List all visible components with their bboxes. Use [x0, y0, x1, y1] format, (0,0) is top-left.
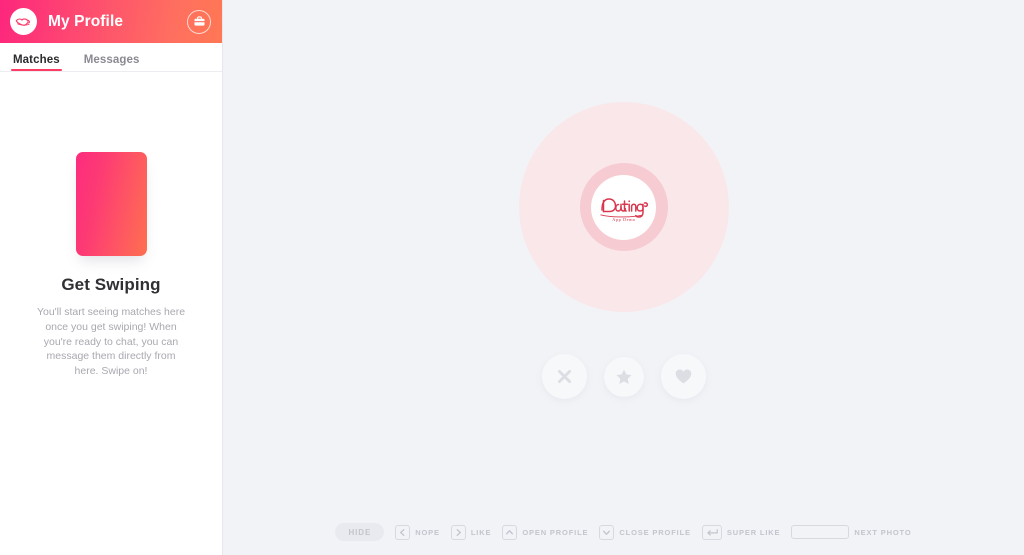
sidebar: My Profile Matches Messages Get Swiping …	[0, 0, 223, 555]
tab-messages[interactable]: Messages	[84, 54, 140, 71]
arrow-left-icon	[395, 524, 411, 540]
gradient-card-placeholder	[75, 151, 147, 256]
shortcut-label-super-like: SUPER LIKE	[726, 527, 781, 537]
shortcut-label-like: LIKE	[470, 527, 492, 537]
shortcut-super-like: SUPER LIKE	[701, 524, 781, 540]
shortcut-nope: NOPE	[395, 524, 440, 540]
sidebar-tabs: Matches Messages	[0, 43, 222, 72]
svg-text:App Demo: App Demo	[612, 217, 636, 222]
matches-empty-state: Get Swiping You'll start seeing matches …	[0, 72, 222, 555]
empty-state-description: You'll start seeing matches here once yo…	[36, 305, 186, 378]
arrow-right-icon	[450, 524, 466, 540]
app-root: My Profile Matches Messages Get Swiping …	[0, 0, 1024, 555]
briefcase-icon[interactable]	[187, 9, 211, 34]
empty-state-title: Get Swiping	[61, 274, 161, 294]
sidebar-header: My Profile	[0, 0, 222, 43]
shortcut-next-photo: NEXT PHOTO	[791, 525, 911, 539]
tab-matches[interactable]: Matches	[11, 54, 62, 71]
logo-pulse-outer-ring: App Demo	[518, 102, 729, 312]
main-content: App Demo HIDE NOPE LIKE OPEN PROFILE CLO…	[223, 0, 1024, 555]
brand-avatar-icon[interactable]	[10, 8, 37, 35]
logo-pulse-inner-ring: App Demo	[579, 163, 668, 251]
shortcut-label-next-photo: NEXT PHOTO	[854, 527, 912, 537]
shortcut-like: LIKE	[450, 524, 492, 540]
dating-script-logo-icon: App Demo	[591, 174, 656, 240]
nope-button[interactable]	[541, 354, 587, 399]
shortcut-label-open-profile: OPEN PROFILE	[522, 527, 589, 537]
shortcut-label-close-profile: CLOSE PROFILE	[619, 527, 691, 537]
super-like-button[interactable]	[603, 356, 644, 397]
x-icon	[557, 369, 571, 384]
arrow-down-icon	[599, 524, 615, 540]
page-title: My Profile	[48, 12, 124, 30]
enter-key-icon	[701, 524, 722, 540]
like-button[interactable]	[660, 354, 706, 399]
arrow-up-icon	[502, 524, 518, 540]
keyboard-shortcut-bar: HIDE NOPE LIKE OPEN PROFILE CLOSE PROFIL…	[223, 523, 1024, 541]
shortcut-open-profile: OPEN PROFILE	[502, 524, 589, 540]
heart-icon	[675, 369, 691, 384]
hide-shortcuts-button[interactable]: HIDE	[335, 523, 385, 541]
swipe-action-buttons	[541, 354, 706, 399]
shortcut-label-nope: NOPE	[415, 527, 440, 537]
spacebar-icon	[791, 525, 850, 539]
shortcut-close-profile: CLOSE PROFILE	[599, 524, 691, 540]
swipe-stage: App Demo	[223, 0, 1024, 555]
star-icon	[615, 369, 632, 384]
